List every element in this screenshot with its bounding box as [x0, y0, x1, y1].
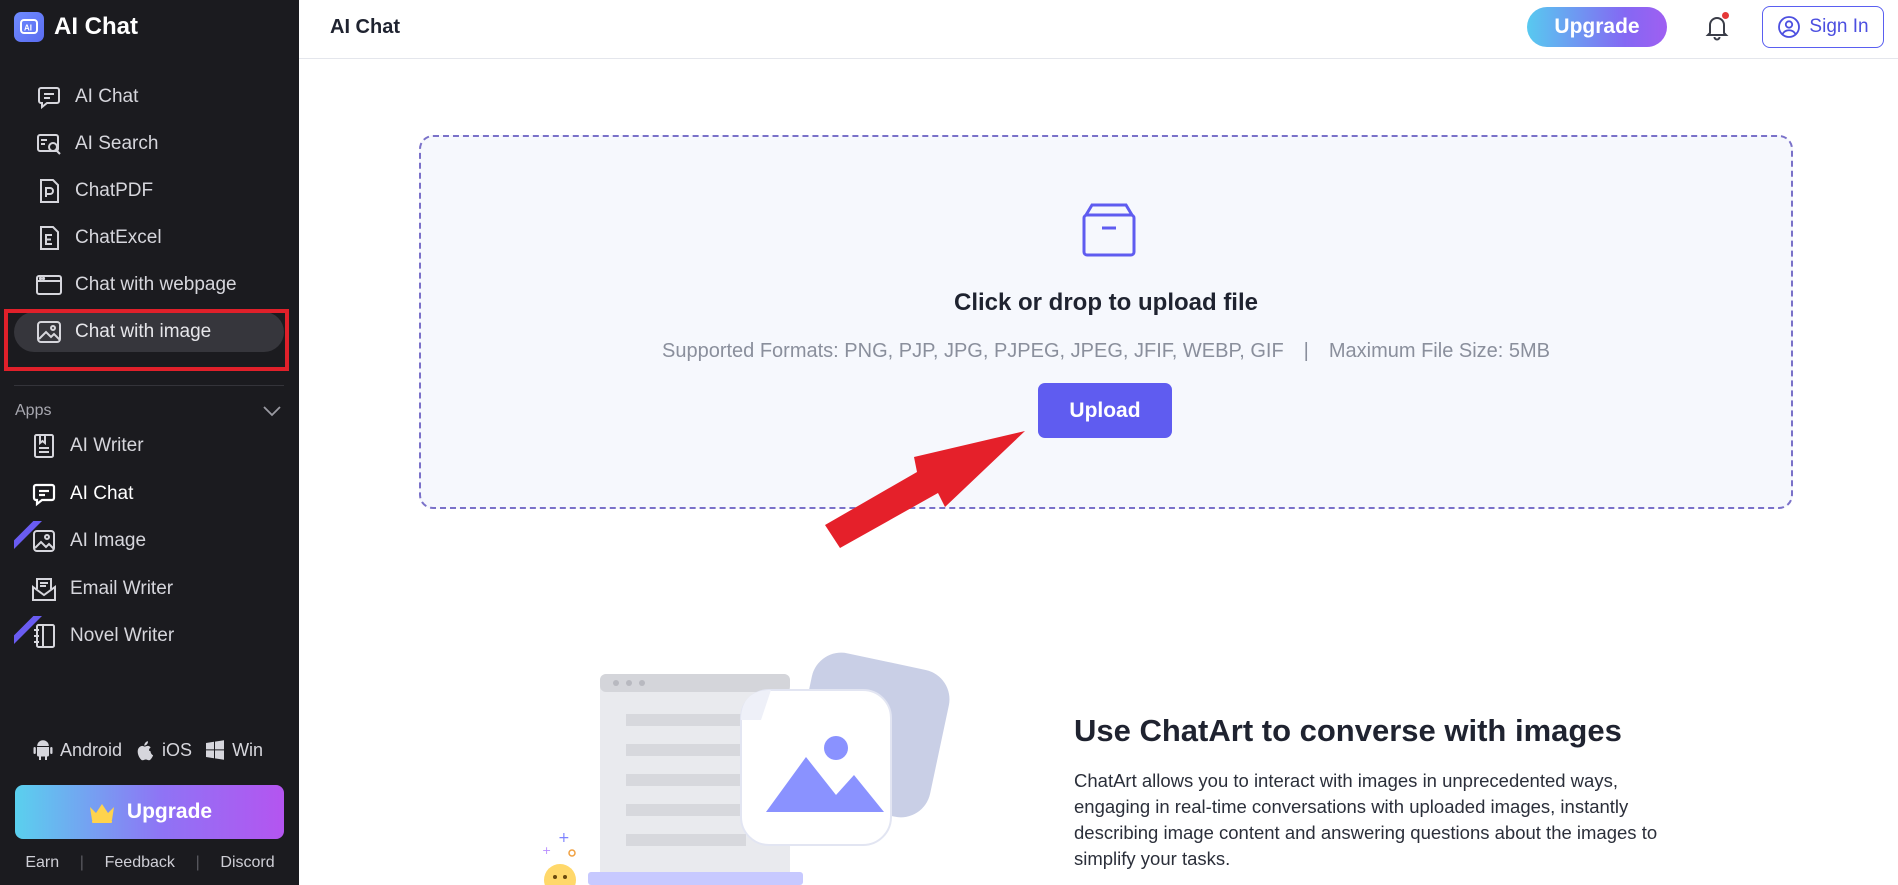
- app-item-ai-writer[interactable]: AI Writer: [14, 426, 284, 466]
- sidebar-divider: [14, 385, 284, 386]
- page-title: AI Chat: [330, 16, 400, 38]
- apps-list: AI Writer AI Chat AI Image Email Writer …: [14, 426, 284, 664]
- promo-title: Use ChatArt to converse with images: [1074, 713, 1622, 748]
- android-link[interactable]: Android: [32, 739, 122, 761]
- document-icon: [34, 434, 54, 458]
- promo-illustration: + +: [542, 652, 950, 885]
- email-icon: [32, 577, 56, 601]
- chat-bubble-icon: [38, 87, 60, 110]
- brand[interactable]: AI AI Chat: [14, 12, 138, 42]
- top-header: AI Chat Upgrade Sign In: [299, 0, 1898, 59]
- app-item-label: AI Chat: [70, 482, 134, 504]
- discord-link[interactable]: Discord: [220, 854, 274, 872]
- app-item-email-writer[interactable]: Email Writer: [14, 569, 284, 609]
- windows-icon: [206, 740, 225, 760]
- sidebar-item-ai-search[interactable]: AI Search: [14, 124, 284, 164]
- app-item-label: AI Writer: [70, 435, 144, 456]
- app-item-ai-image[interactable]: AI Image: [14, 521, 284, 561]
- sidebar: AI AI Chat AI Chat AI Search ChatPDF Cha…: [0, 0, 299, 885]
- svg-text:AI: AI: [24, 24, 32, 33]
- user-icon: [1778, 16, 1801, 38]
- sidebar-item-chatexcel[interactable]: ChatExcel: [14, 218, 284, 258]
- sidebar-item-ai-chat[interactable]: AI Chat: [14, 77, 284, 117]
- app-item-novel-writer[interactable]: Novel Writer: [14, 616, 284, 656]
- requirements-separator: |: [1303, 340, 1309, 362]
- red-arrow-annotation: [825, 431, 1025, 548]
- app-item-label: AI Image: [70, 530, 147, 551]
- notification-dot: [1722, 12, 1729, 19]
- crown-icon: [89, 804, 114, 823]
- inbox-box-icon: [1082, 203, 1136, 257]
- app-item-ai-chat[interactable]: AI Chat: [14, 474, 284, 514]
- apple-icon: [137, 741, 154, 761]
- android-icon: [33, 740, 53, 760]
- app-item-label: Email Writer: [70, 577, 174, 599]
- sidebar-item-chatpdf[interactable]: ChatPDF: [14, 171, 284, 211]
- brand-title: AI Chat: [54, 13, 138, 40]
- upload-dropzone[interactable]: Click or drop to upload file Supported F…: [419, 135, 1793, 509]
- sign-in-label: Sign In: [1809, 16, 1869, 37]
- svg-text:+: +: [558, 830, 570, 846]
- sidebar-upgrade-button[interactable]: Upgrade: [15, 785, 284, 839]
- upload-button[interactable]: Upload: [1038, 383, 1172, 438]
- new-badge-icon: [14, 616, 42, 644]
- supported-formats: Supported Formats: PNG, PJP, JPG, PJPEG,…: [661, 340, 1284, 362]
- ios-link[interactable]: iOS: [134, 739, 192, 761]
- notification-button[interactable]: [1702, 12, 1732, 42]
- upload-requirements: Supported Formats: PNG, PJP, JPG, PJPEG,…: [421, 340, 1791, 363]
- apps-section-label: Apps: [15, 402, 52, 419]
- footer-separator: |: [195, 854, 200, 871]
- webpage-icon: [36, 275, 62, 295]
- pdf-file-icon: [40, 179, 59, 203]
- sidebar-item-chat-with-webpage[interactable]: Chat with webpage: [14, 265, 284, 305]
- win-label: Win: [232, 739, 264, 760]
- promo-description: ChatArt allows you to interact with imag…: [1074, 770, 1658, 869]
- sidebar-item-label: Chat with webpage: [75, 274, 237, 295]
- chat-bubble-icon: [32, 483, 56, 506]
- svg-text:+: +: [542, 844, 551, 857]
- feedback-link[interactable]: Feedback: [105, 854, 175, 872]
- win-link[interactable]: Win: [204, 739, 263, 761]
- ios-label: iOS: [162, 739, 193, 760]
- footer-separator: |: [79, 854, 84, 871]
- earn-link[interactable]: Earn: [25, 854, 59, 872]
- platform-links: Android iOS Win: [32, 739, 267, 761]
- upload-title: Click or drop to upload file: [953, 289, 1258, 316]
- sign-in-button[interactable]: Sign In: [1762, 6, 1884, 48]
- sidebar-upgrade-label: Upgrade: [126, 800, 213, 823]
- sidebar-item-label: ChatExcel: [75, 227, 162, 248]
- sidebar-item-label: ChatPDF: [75, 180, 154, 201]
- header-upgrade-button[interactable]: Upgrade: [1527, 7, 1667, 47]
- app-item-label: Novel Writer: [70, 625, 175, 646]
- excel-file-icon: [40, 226, 59, 250]
- android-label: Android: [60, 739, 123, 760]
- new-badge-icon: [14, 521, 42, 549]
- app-logo-icon: AI: [14, 12, 44, 42]
- sidebar-footer: Earn | Feedback | Discord: [15, 854, 285, 872]
- max-file-size: Maximum File Size: 5MB: [1328, 340, 1551, 362]
- highlight-annotation: [4, 309, 289, 371]
- sidebar-item-label: AI Chat: [75, 86, 139, 107]
- sidebar-item-label: AI Search: [75, 133, 159, 154]
- search-window-icon: [37, 134, 61, 155]
- chevron-down-icon[interactable]: [262, 404, 282, 418]
